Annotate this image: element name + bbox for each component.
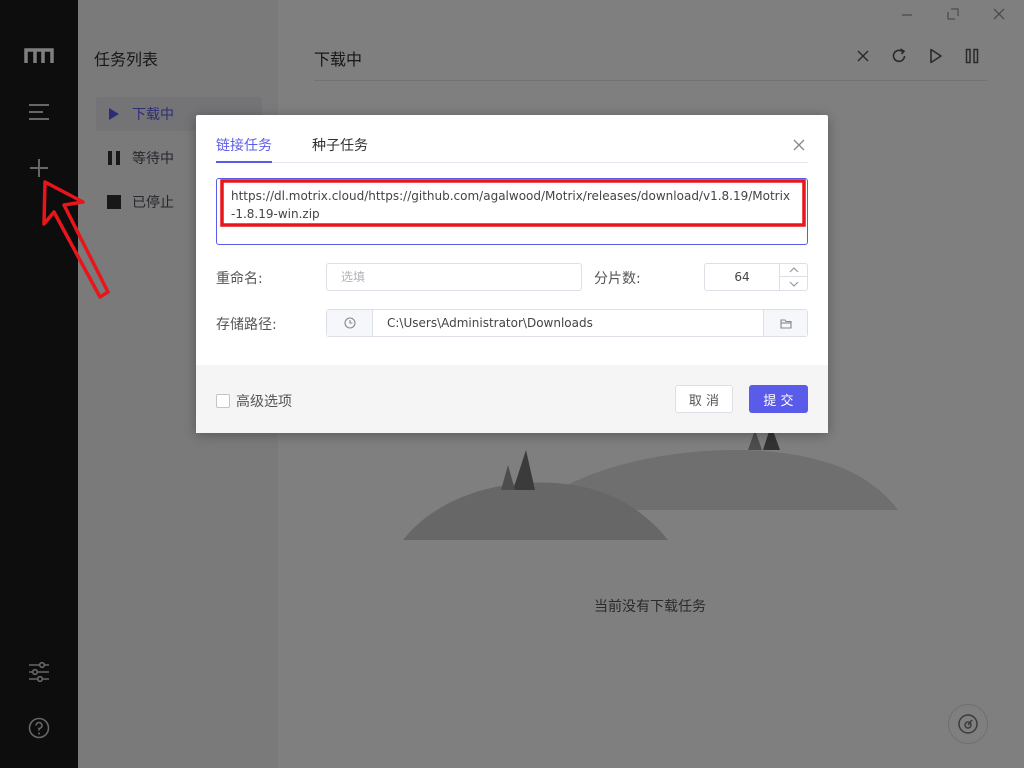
chevron-up-icon[interactable] [780, 264, 807, 277]
submit-button[interactable]: 提 交 [749, 385, 808, 413]
history-clock-icon[interactable] [327, 310, 373, 336]
url-input[interactable]: https://dl.motrix.cloud/https://github.c… [216, 178, 808, 245]
cancel-button[interactable]: 取 消 [675, 385, 733, 413]
folder-icon[interactable] [763, 310, 807, 336]
chevron-down-icon[interactable] [780, 277, 807, 290]
rename-label: 重命名: [216, 271, 263, 287]
save-path-value[interactable]: C:\Users\Administrator\Downloads [387, 310, 593, 336]
rename-input[interactable]: 选填 [326, 263, 582, 291]
advanced-options-toggle[interactable]: 高级选项 [216, 391, 292, 411]
tab-link-task[interactable]: 链接任务 [216, 135, 272, 155]
split-stepper[interactable]: 64 [704, 263, 808, 291]
advanced-options-checkbox[interactable] [216, 394, 230, 408]
tab-torrent-task[interactable]: 种子任务 [312, 135, 368, 155]
split-value[interactable]: 64 [705, 264, 779, 290]
split-label: 分片数: [594, 271, 641, 287]
add-task-dialog: 链接任务 种子任务 https://dl.motrix.cloud/https:… [196, 115, 828, 433]
close-dialog-icon[interactable] [792, 137, 806, 151]
tabs-divider [216, 162, 808, 163]
stepper-controls [779, 264, 807, 290]
active-tab-indicator [216, 161, 272, 163]
save-path-field[interactable]: C:\Users\Administrator\Downloads [326, 309, 808, 337]
advanced-options-label: 高级选项 [236, 394, 292, 410]
path-label: 存储路径: [216, 317, 277, 333]
dialog-footer: 高级选项 取 消 提 交 [196, 365, 828, 433]
